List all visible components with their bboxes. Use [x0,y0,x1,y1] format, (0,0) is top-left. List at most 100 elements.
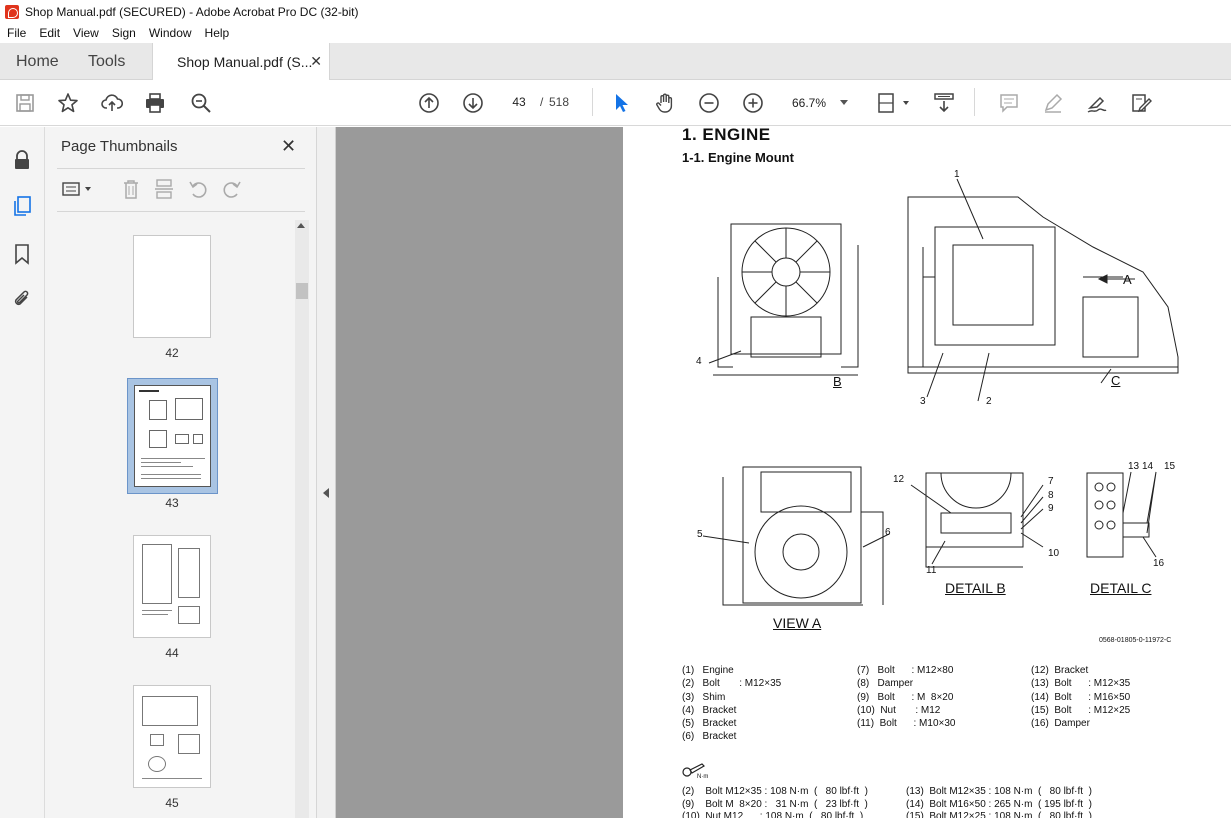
lock-icon[interactable] [11,149,33,171]
toolbar-divider [592,88,593,116]
page-number-input[interactable]: 43 [504,90,534,114]
callout-8: 8 [1048,490,1054,501]
select-cursor-icon[interactable] [609,91,633,115]
page-thumbnail-44[interactable] [133,535,211,638]
drawing-code: 0568-01805-0-11972-C [1099,637,1172,644]
document-viewer[interactable]: 1. ENGINE 1-1. Engine Mount 1 4 3 2 A B … [336,127,1231,818]
thumbnail-page-preview [134,385,211,487]
acrobat-logo-icon [5,4,19,19]
callout-6: 6 [885,527,891,538]
fit-page-icon[interactable] [877,91,911,115]
callout-B: B [833,374,842,389]
parts-legend-col2: (7) Bolt : M12×80 (8) Damper (9) Bolt : … [857,665,956,730]
page-separator: / [540,95,544,109]
menu-help[interactable]: Help [198,26,236,40]
cloud-upload-icon[interactable] [100,91,124,115]
callout-4: 4 [696,356,702,367]
detail-c-label: DETAIL C [1090,580,1152,596]
toolbar-divider [974,88,975,116]
menu-window[interactable]: Window [142,26,198,40]
attachment-icon[interactable] [11,288,33,310]
rotate-right-icon[interactable] [221,178,243,200]
bookmark-star-icon[interactable] [56,91,80,115]
view-a-label: VIEW A [773,615,822,631]
page-thumbnail-45[interactable] [133,685,211,788]
tab-document[interactable]: Shop Manual.pdf (S... ✕ [152,43,330,80]
page-thumbnail-43-selected[interactable] [127,378,218,494]
delete-icon[interactable] [120,178,142,200]
callout-11: 11 [926,565,937,576]
rotate-left-icon[interactable] [187,178,209,200]
panel-collapse-handle[interactable] [317,127,336,818]
torque-spec-col2: (13) Bolt M12×35 : 108 N·m ( 80 lbf·ft )… [906,786,1092,818]
menu-sign[interactable]: Sign [105,26,142,40]
callout-C: C [1111,373,1121,388]
tab-document-label: Shop Manual.pdf (S... [177,53,313,70]
previous-page-icon[interactable] [417,91,441,115]
callout-10: 10 [1048,548,1060,559]
zoom-search-icon[interactable] [189,91,213,115]
thumbnails-panel: Page Thumbnails ✕ 42 43 44 45 [45,127,317,818]
menu-file[interactable]: File [0,26,32,40]
title-bar: Shop Manual.pdf (SECURED) - Adobe Acroba… [0,0,1231,23]
scroll-mode-icon[interactable] [932,91,956,115]
parts-legend-col3: (12) Bracket (13) Bolt : M12×35 (14) Bol… [1031,665,1131,730]
window-title: Shop Manual.pdf (SECURED) - Adobe Acroba… [25,4,359,19]
thumbnail-scrollbar[interactable] [295,220,309,818]
close-icon[interactable]: ✕ [281,136,296,157]
tab-row: Home Tools Shop Manual.pdf (S... ✕ [0,43,1231,80]
toolbar: 43 / 518 66.7% [0,80,1231,126]
torque-spec-col1: (2) Bolt M12×35 : 108 N·m ( 80 lbf·ft ) … [682,786,868,818]
save-icon[interactable] [13,91,37,115]
menu-bar: File Edit View Sign Window Help [0,23,1231,43]
scroll-up-icon[interactable] [297,223,305,228]
left-rail [0,127,45,818]
menu-edit[interactable]: Edit [32,26,66,40]
callout-14: 14 [1142,461,1154,472]
insert-page-icon[interactable] [153,178,175,200]
callout-2: 2 [986,396,992,407]
callout-16: 16 [1153,558,1165,569]
comment-icon[interactable] [997,91,1021,115]
callout-7: 7 [1048,476,1054,487]
panel-title: Page Thumbnails [61,138,178,155]
callout-1: 1 [954,169,960,180]
zoom-in-icon[interactable] [741,91,765,115]
callout-3: 3 [920,396,926,407]
page-thumbnail-label: 42 [165,346,179,360]
thumbnail-options-icon[interactable] [61,178,95,200]
zoom-level-select[interactable]: 66.7% [784,90,856,115]
scrollbar-thumb[interactable] [296,283,308,299]
page-thumbnail-42[interactable] [133,235,211,338]
page-thumbnail-label: 44 [165,646,179,660]
zoom-level-value: 66.7% [792,95,827,110]
chevron-down-icon [840,100,848,105]
tab-close-icon[interactable]: ✕ [310,53,322,70]
divider [57,211,305,212]
fill-sign-icon[interactable] [1085,91,1109,115]
callout-A: A [1123,272,1132,287]
tab-tools[interactable]: Tools [88,43,125,80]
callout-12: 12 [893,474,905,485]
zoom-out-icon[interactable] [697,91,721,115]
hand-tool-icon[interactable] [653,91,677,115]
tab-home[interactable]: Home [16,43,59,80]
divider [57,168,305,169]
collapse-arrow-icon[interactable] [323,488,329,498]
menu-view[interactable]: View [66,26,105,40]
next-page-icon[interactable] [461,91,485,115]
parts-legend-col1: (1) Engine (2) Bolt : M12×35 (3) Shim (4… [682,665,782,743]
bookmark-icon[interactable] [11,243,33,265]
callout-15: 15 [1164,461,1176,472]
page-thumbnail-label: 43 [165,496,179,510]
torque-icon-label: N·m [697,774,709,780]
protect-edit-icon[interactable] [1129,91,1153,115]
page-thumbnail-label: 45 [165,796,179,810]
pdf-page: 1. ENGINE 1-1. Engine Mount 1 4 3 2 A B … [623,127,1231,818]
callout-5: 5 [697,529,703,540]
detail-b-label: DETAIL B [945,580,1006,596]
callout-13: 13 [1128,461,1140,472]
print-icon[interactable] [143,91,167,115]
page-thumbnails-icon[interactable] [11,195,33,217]
highlight-pen-icon[interactable] [1041,91,1065,115]
